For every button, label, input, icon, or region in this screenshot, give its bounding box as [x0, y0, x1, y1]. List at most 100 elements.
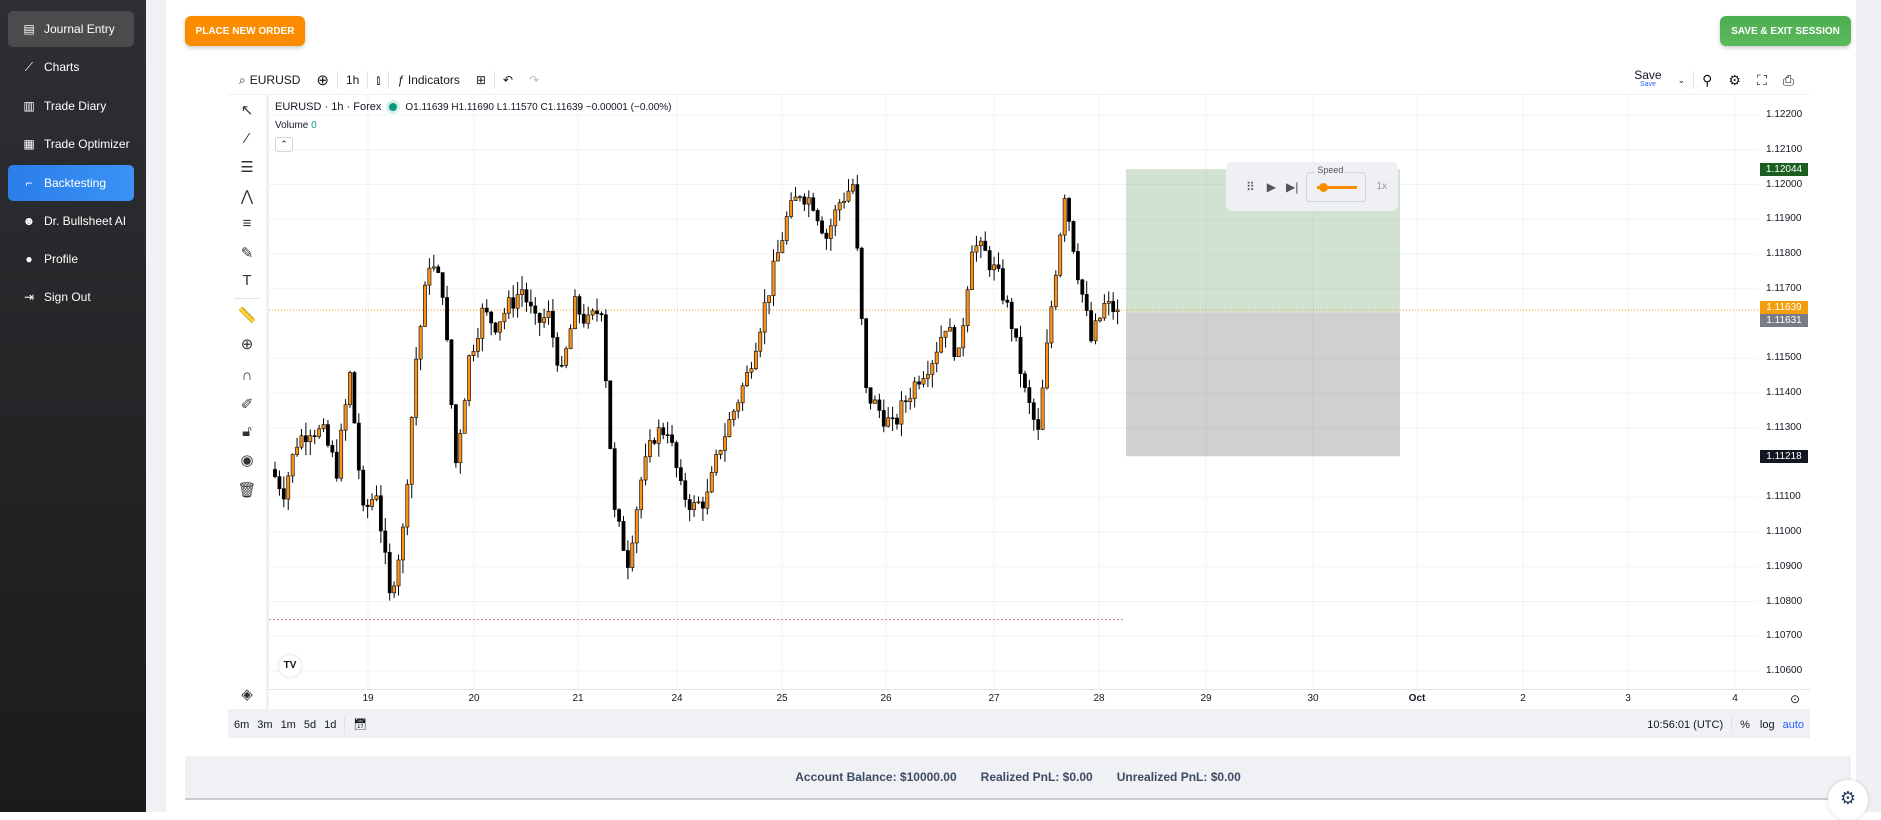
chart-plot-area[interactable]: EURUSD · 1h · Forex O1.11639 H1.11690 L1…	[269, 95, 1758, 689]
place-new-order-button[interactable]: PLACE NEW ORDER	[185, 16, 305, 46]
price-axis[interactable]: 1.12200 1.12100 1.12000 1.11900 1.11800 1.117…	[1758, 95, 1810, 689]
save-exit-session-button[interactable]: SAVE & EXIT SESSION	[1720, 16, 1851, 46]
percent-toggle[interactable]: %	[1740, 719, 1750, 731]
trend-line-icon[interactable]: ⁄	[237, 130, 257, 150]
sidebar-item-backtesting[interactable]: ⌐ Backtesting	[8, 165, 134, 201]
lock-icon[interactable]: 🔓︎	[237, 423, 257, 443]
fib-icon[interactable]: ☰	[237, 158, 257, 178]
settings-icon[interactable]: ⚙	[1720, 72, 1749, 89]
range-5d[interactable]: 5d	[304, 719, 316, 731]
ruler-icon[interactable]: 📏	[237, 306, 257, 326]
magnet-icon[interactable]: ∩	[237, 367, 257, 387]
settings-gear-icon[interactable]: ⚙	[1828, 780, 1868, 820]
log-toggle[interactable]: log	[1760, 719, 1775, 731]
speed-slider[interactable]: Speed	[1306, 164, 1367, 202]
candle-body	[1009, 301, 1014, 330]
collapse-legend-button[interactable]: ⌃	[275, 137, 293, 152]
tp-price-tag: 1.12044	[1760, 163, 1808, 177]
axis-settings-icon[interactable]: ⊙	[1790, 692, 1800, 706]
candle-body	[912, 381, 917, 400]
sidebar-item-sign-out[interactable]: ⇥ Sign Out	[8, 279, 134, 315]
candle-body	[745, 371, 749, 387]
interval-button[interactable]: 1h	[338, 73, 367, 87]
candle-body	[555, 337, 560, 366]
quick-search-icon[interactable]: ⚲	[1694, 72, 1720, 89]
drag-handle-icon[interactable]: ⠿	[1246, 180, 1255, 194]
cursor-icon[interactable]: ↖	[237, 101, 257, 121]
candles-style-icon[interactable]: ⫾	[368, 73, 388, 88]
sidebar-item-trade-optimizer[interactable]: ▦ Trade Optimizer	[8, 126, 134, 162]
zoom-in-icon[interactable]: ⊕	[237, 335, 257, 355]
range-3m[interactable]: 3m	[257, 719, 272, 731]
auto-toggle[interactable]: auto	[1783, 719, 1804, 731]
candle-body	[868, 387, 873, 404]
candle-body	[925, 374, 930, 379]
candle-body	[356, 422, 361, 471]
camera-icon[interactable]: ⎙	[1775, 72, 1802, 89]
candle-body	[295, 446, 299, 455]
lock-drawing-icon[interactable]: ✐	[237, 395, 257, 415]
candle-body	[811, 197, 816, 211]
price-tick-label: 1.11000	[1766, 526, 1802, 537]
candle-body	[489, 311, 494, 324]
page-scrollbar[interactable]	[1856, 0, 1881, 812]
candle-body	[903, 400, 908, 403]
time-tick-label: 21	[572, 693, 584, 704]
sidebar-item-profile[interactable]: ● Profile	[8, 241, 134, 277]
candle-body	[1067, 198, 1071, 222]
fullscreen-icon[interactable]: ⛶	[1749, 72, 1775, 89]
backtest-icon: ⌐	[25, 176, 33, 190]
range-1m[interactable]: 1m	[281, 719, 296, 731]
time-tick-label: 24	[671, 693, 683, 704]
candle-body	[1084, 294, 1089, 311]
candle-body	[1027, 387, 1032, 403]
clock-time[interactable]: 10:56:01 (UTC)	[1647, 719, 1723, 731]
text-icon[interactable]: T	[237, 272, 257, 292]
chevron-down-icon[interactable]: ⌄	[1670, 75, 1694, 86]
candle-body	[1040, 387, 1045, 430]
indicators-button[interactable]: ƒ Indicators	[389, 73, 468, 87]
candle-body	[630, 542, 635, 568]
candle-body	[1005, 299, 1010, 303]
candle-body	[409, 417, 414, 485]
range-6m[interactable]: 6m	[234, 719, 249, 731]
trash-icon[interactable]: 🗑︎	[237, 481, 257, 501]
candle-body	[365, 504, 370, 507]
step-forward-icon[interactable]: ▶|	[1286, 180, 1298, 194]
chart-toolbar: ⌕ EURUSD ⊕ 1h ⫾ ƒ Indicators ⊞ ↶ ↷ Save Sav…	[228, 66, 1810, 94]
sidebar-item-charts[interactable]: ⟋ Charts	[8, 49, 134, 85]
speed-knob[interactable]	[1319, 182, 1329, 192]
symbol-search-button[interactable]: ⌕ EURUSD	[231, 73, 308, 88]
candle-body	[1018, 336, 1023, 374]
redo-icon[interactable]: ↷	[521, 73, 547, 87]
undo-icon[interactable]: ↶	[495, 73, 521, 87]
candle-body	[577, 296, 582, 315]
sidebar-item-dr-bullsheet-ai[interactable]: ☻ Dr. Bullsheet AI	[8, 203, 134, 239]
prediction-icon[interactable]: ≡	[237, 215, 257, 235]
time-axis[interactable]: ⊙ 19 20 21 24 25 26 27 28 29 30 Oct 2 3 4	[269, 689, 1810, 709]
candle-body	[493, 322, 498, 333]
candle-body	[502, 312, 507, 323]
volume-legend: Volume 0	[275, 120, 317, 131]
save-layout-button[interactable]: Save Save	[1626, 69, 1669, 90]
play-icon[interactable]: ▶	[1267, 180, 1276, 194]
candle-body	[374, 495, 379, 500]
candle-body	[983, 240, 988, 251]
range-1d[interactable]: 1d	[324, 719, 336, 731]
candle-body	[692, 502, 696, 511]
date-range-icon[interactable]: 📅︎	[353, 718, 367, 731]
compare-add-icon[interactable]: ⊕	[308, 71, 337, 89]
layers-icon[interactable]: ◈	[237, 685, 257, 705]
sidebar-item-journal-entry[interactable]: ▤ Journal Entry	[8, 11, 134, 47]
templates-icon[interactable]: ⊞	[468, 73, 494, 87]
sl-price-tag: 1.11218	[1760, 450, 1808, 464]
price-tick-label: 1.11800	[1766, 248, 1802, 259]
candle-body	[573, 296, 577, 330]
sidebar-item-trade-diary[interactable]: ▥ Trade Diary	[8, 88, 134, 124]
brush-icon[interactable]: ✎	[237, 244, 257, 264]
candle-body	[806, 197, 811, 205]
pattern-icon[interactable]: ⋀	[237, 187, 257, 207]
eye-icon[interactable]: ◉	[237, 451, 257, 471]
candle-body	[842, 200, 846, 203]
candle-body	[608, 380, 613, 449]
